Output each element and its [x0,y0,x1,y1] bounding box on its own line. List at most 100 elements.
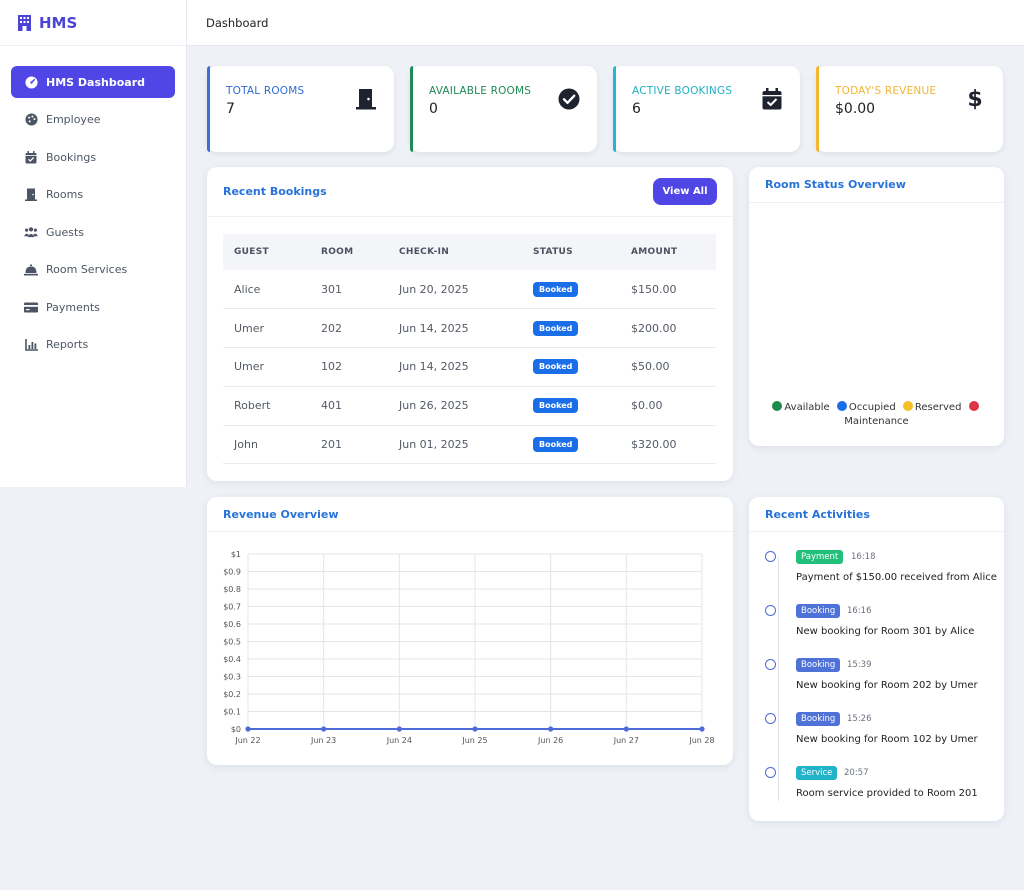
y-tick-label: $0.2 [223,690,241,699]
y-tick-label: $0.5 [223,638,241,647]
room-cell: 401 [310,386,388,426]
legend-dot [836,401,847,411]
legend-item-reserved[interactable]: Reserved [899,401,962,413]
room-status-legend: Available Occupied Reserved Maintenance [749,401,1004,429]
card-header: Recent Activities [749,497,1004,532]
table-row[interactable]: John 201 Jun 01, 2025 Booked $320.00 [223,425,716,465]
guest-cell: Alice [223,270,310,310]
column-header[interactable]: ROOM [310,234,388,270]
legend-dot [772,401,783,411]
amount-cell: $150.00 [620,270,716,310]
door-icon [355,88,377,110]
x-tick-label: Jun 24 [386,736,412,745]
sidebar-nav: HMS Dashboard Employee Bookings Rooms Gu… [0,46,186,361]
activity-tag: Booking [796,712,841,726]
checkin-cell: Jun 14, 2025 [388,308,522,349]
table-row[interactable]: Alice 301 Jun 20, 2025 Booked $150.00 [223,270,716,310]
legend-label: Available [784,402,830,413]
legend-item-available[interactable]: Available [772,401,830,413]
revenue-overview-card: Revenue Overview $0 $0.1 $0.2 $0.3 $0.4 $0.5 $… [207,497,733,765]
sidebar-item-rooms[interactable]: Rooms [11,179,175,211]
stat-card-active-bookings: ACTIVE BOOKINGS 6 [613,66,800,152]
room-status-card: Room Status Overview Available Occupied … [749,167,1004,446]
timeline-circle-icon [765,713,776,724]
legend-item-occupied[interactable]: Occupied [833,401,896,413]
room-cell: 202 [310,308,388,349]
table-row[interactable]: Umer 202 Jun 14, 2025 Booked $200.00 [223,308,716,349]
view-all-button[interactable]: View All [653,178,717,205]
dollar-icon: $ [967,86,983,112]
brand[interactable]: HMS [0,0,186,46]
checkin-cell: Jun 14, 2025 [388,347,522,387]
sidebar-item-payments[interactable]: Payments [11,291,175,323]
activity-time: 15:26 [847,714,872,724]
sidebar-item-employee[interactable]: Employee [11,104,175,136]
legend-label: Reserved [914,402,962,413]
status-cell: Booked [522,347,620,387]
sidebar-item-bookings[interactable]: Bookings [11,141,175,173]
timeline-circle-icon [765,767,776,778]
brand-name: HMS [39,13,78,32]
timeline-circle-icon [765,551,776,562]
column-header[interactable]: STATUS [522,234,620,270]
activity-time: 16:18 [851,552,876,562]
x-tick-label: Jun 27 [613,736,639,745]
stat-card-total-rooms: TOTAL ROOMS 7 [207,66,394,152]
page-title: Dashboard [206,15,269,30]
sidebar-item-reports[interactable]: Reports [11,329,175,361]
amount-cell: $0.00 [620,386,716,426]
sidebar-item-dashboard[interactable]: HMS Dashboard [11,66,175,98]
sidebar-item-label: Employee [46,113,101,126]
room-cell: 301 [310,270,388,310]
x-tick-label: Jun 22 [234,736,260,745]
credit-card-icon [24,300,38,314]
data-point [245,726,251,732]
column-header[interactable]: CHECK-IN [388,234,522,270]
stat-label: TOTAL ROOMS [226,85,305,97]
x-tick-label: Jun 26 [537,736,563,745]
column-header[interactable]: GUEST [223,234,310,270]
stat-label: TODAY'S REVENUE [835,85,937,97]
guest-cell: Umer [223,347,310,387]
y-tick-label: $0.4 [223,655,241,664]
revenue-line-chart: $0 $0.1 $0.2 $0.3 $0.4 $0.5 $0.6 $0.7 $0.8 $0.9 $1… [223,550,714,745]
topbar: Dashboard [187,0,1024,46]
timeline-circle-icon [765,659,776,670]
recent-activities-card: Recent Activities Payment 16:18 Payment … [749,497,1004,821]
stat-accent-bar [613,66,616,152]
column-header[interactable]: AMOUNT [620,234,716,270]
data-point [623,726,629,732]
status-badge: Booked [533,437,579,453]
data-point [472,726,478,732]
status-cell: Booked [522,386,620,426]
activity-time: 15:39 [847,660,872,670]
legend-label: Occupied [848,402,896,413]
sidebar-item-room-services[interactable]: Room Services [11,254,175,286]
status-cell: Booked [522,270,620,310]
gauge-icon [24,75,38,89]
users-icon [24,225,38,239]
x-tick-label: Jun 23 [310,736,336,745]
checkin-cell: Jun 01, 2025 [388,425,522,465]
timeline-line [778,557,779,801]
legend-dot [968,401,979,411]
table-row[interactable]: Robert 401 Jun 26, 2025 Booked $0.00 [223,386,716,426]
card-title: Revenue Overview [223,507,339,521]
card-title: Room Status Overview [765,178,906,191]
sidebar-item-guests[interactable]: Guests [11,216,175,248]
sidebar-item-label: Rooms [46,188,84,201]
room-cell: 102 [310,347,388,387]
legend-item-maintenance-dot[interactable] [965,401,981,413]
activity-tag: Service [796,766,838,780]
legend-label: Maintenance [844,416,909,427]
stat-value: 6 [632,101,641,117]
card-header: Room Status Overview [749,167,1004,203]
chart-icon [24,338,38,352]
table-row[interactable]: Umer 102 Jun 14, 2025 Booked $50.00 [223,347,716,387]
stat-card-todays-revenue: TODAY'S REVENUE $0.00 $ [816,66,1003,152]
sidebar-item-label: HMS Dashboard [46,75,145,89]
y-tick-label: $0.9 [223,568,241,577]
bell-service-icon [24,263,38,277]
check-circle-icon [558,88,580,110]
sidebar-item-label: Guests [46,225,85,239]
